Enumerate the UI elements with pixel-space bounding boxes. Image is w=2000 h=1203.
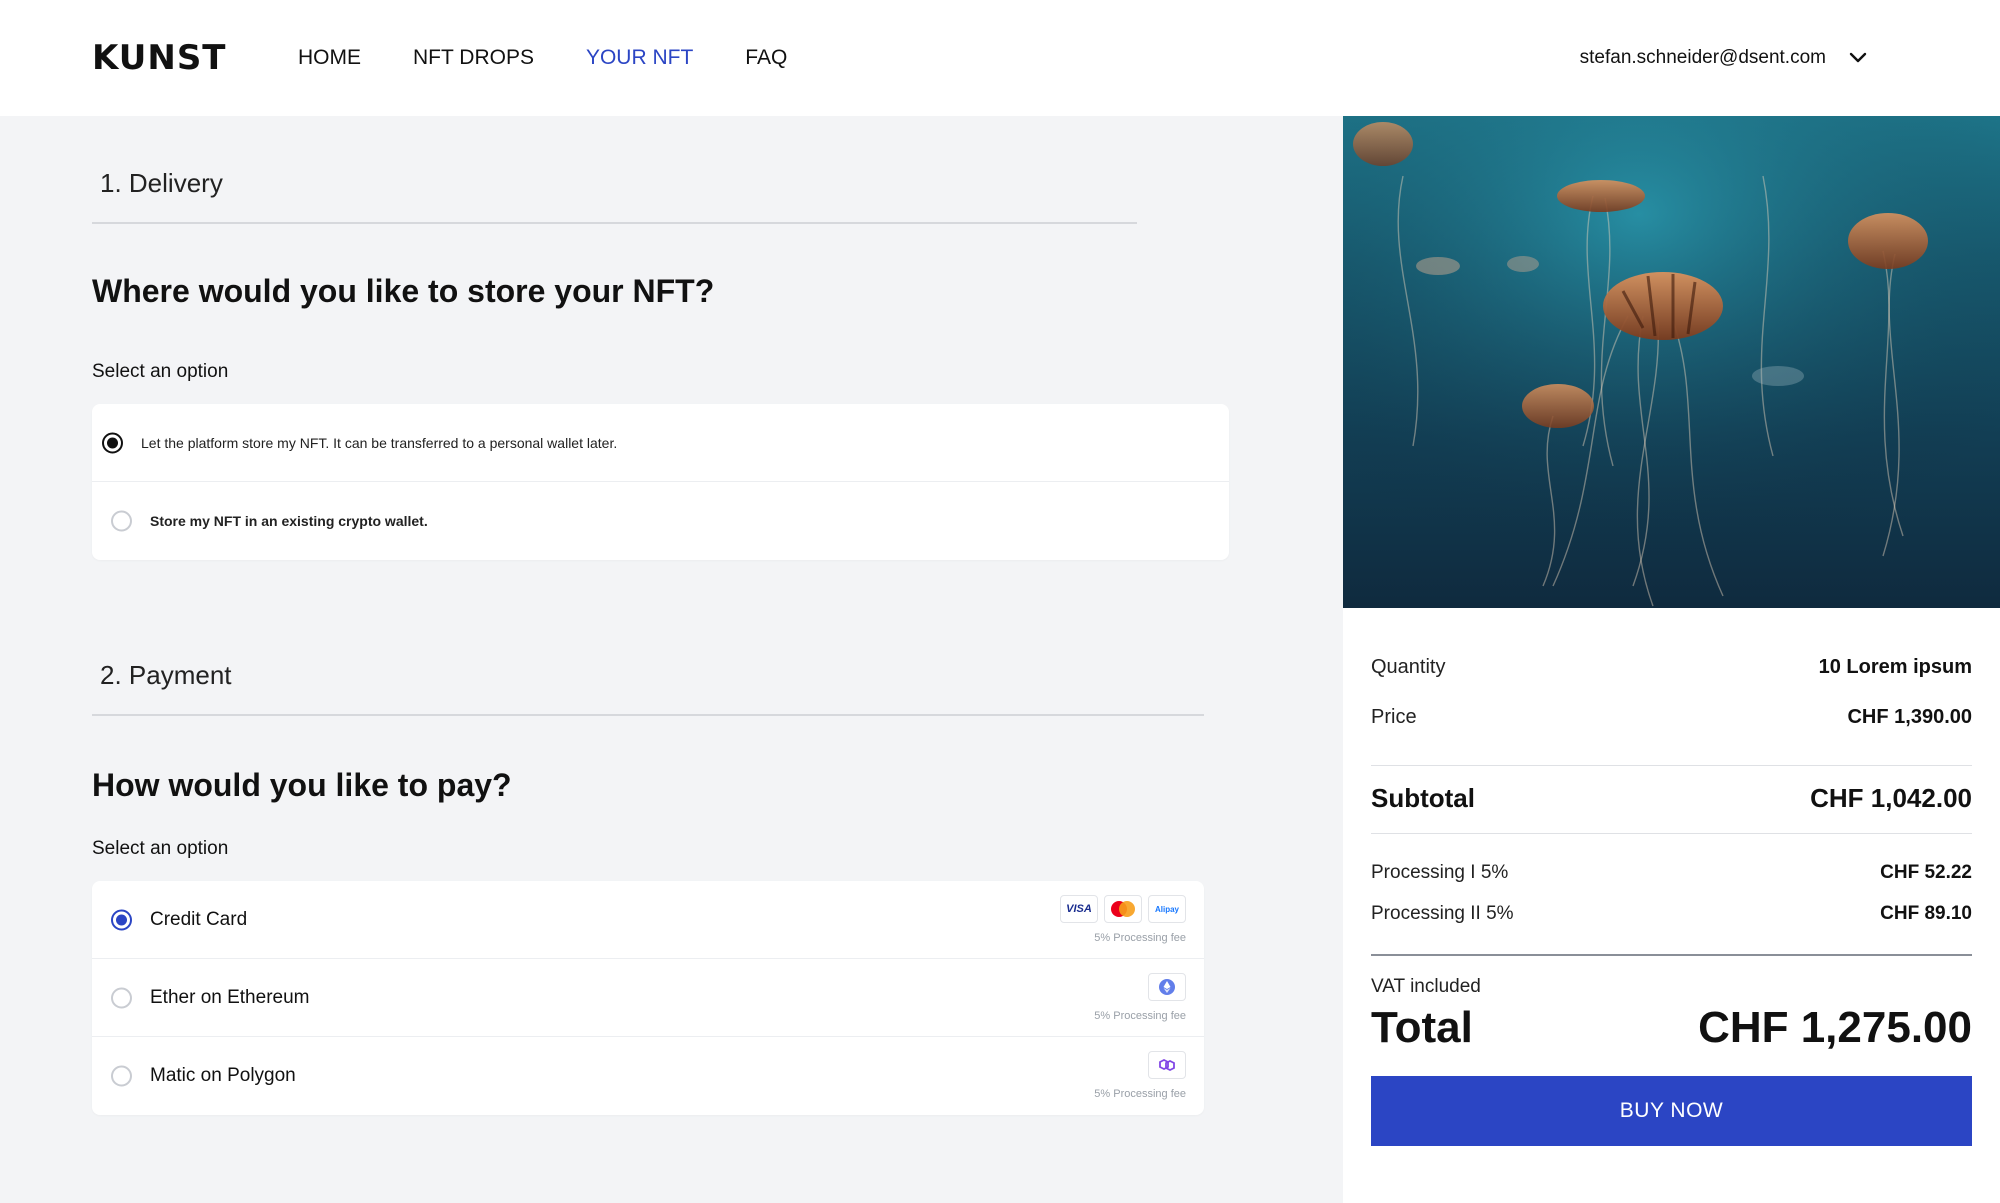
order-summary-panel: Quantity 10 Lorem ipsum Price CHF 1,390.… bbox=[1343, 116, 2000, 1203]
delivery-question: Where would you like to store your NFT? bbox=[92, 273, 715, 309]
nav-home[interactable]: HOME bbox=[298, 44, 361, 72]
payment-option-ethereum[interactable]: Ether on Ethereum 5% Processing fee bbox=[92, 959, 1204, 1037]
payment-methods: 5% Processing fee bbox=[1094, 1051, 1186, 1101]
polygon-icon bbox=[1148, 1051, 1186, 1079]
summary-processing2-row: Processing II 5% CHF 89.10 bbox=[1371, 903, 1972, 925]
summary-processing1-row: Processing I 5% CHF 52.22 bbox=[1371, 862, 1972, 884]
delivery-option-label: Let the platform store my NFT. It can be… bbox=[141, 434, 618, 451]
summary-divider bbox=[1371, 765, 1972, 766]
processing1-value: CHF 52.22 bbox=[1880, 862, 1972, 883]
summary-quantity-row: Quantity 10 Lorem ipsum bbox=[1371, 656, 1972, 679]
radio-credit-card[interactable] bbox=[111, 909, 132, 930]
payment-methods: 5% Processing fee bbox=[1094, 973, 1186, 1023]
subtotal-label: Subtotal bbox=[1371, 783, 1475, 813]
payment-option-credit-card[interactable]: Credit Card VISA Alipay 5% Processing fe… bbox=[92, 881, 1204, 959]
delivery-option-wallet[interactable]: Store my NFT in an existing crypto walle… bbox=[92, 482, 1229, 560]
vat-note: VAT included bbox=[1371, 976, 1481, 997]
delivery-option-platform[interactable]: Let the platform store my NFT. It can be… bbox=[92, 404, 1229, 482]
payment-question: How would you like to pay? bbox=[92, 767, 512, 803]
processing2-value: CHF 89.10 bbox=[1880, 903, 1972, 924]
payment-divider bbox=[92, 714, 1204, 716]
main-nav: HOME NFT DROPS YOUR NFT FAQ bbox=[298, 44, 787, 72]
summary-total-divider bbox=[1371, 954, 1972, 956]
payment-options: Credit Card VISA Alipay 5% Processing fe… bbox=[92, 881, 1204, 1115]
summary-subtotal-row: Subtotal CHF 1,042.00 bbox=[1371, 783, 1972, 814]
total-value: CHF 1,275.00 bbox=[1698, 1003, 1972, 1052]
ethereum-icon bbox=[1148, 973, 1186, 1001]
nav-your-nft[interactable]: YOUR NFT bbox=[586, 44, 693, 72]
radio-ethereum[interactable] bbox=[111, 987, 132, 1008]
payment-option-label: Matic on Polygon bbox=[150, 1065, 296, 1086]
summary-divider bbox=[1371, 833, 1972, 834]
user-menu[interactable]: stefan.schneider@dsent.com bbox=[1580, 44, 1868, 72]
payment-option-label: Ether on Ethereum bbox=[150, 986, 310, 1008]
nft-artwork-image bbox=[1343, 116, 2000, 608]
delivery-options: Let the platform store my NFT. It can be… bbox=[92, 404, 1229, 560]
payment-methods: VISA Alipay 5% Processing fee bbox=[1060, 895, 1186, 945]
summary-price-row: Price CHF 1,390.00 bbox=[1371, 706, 1972, 729]
delivery-divider bbox=[92, 222, 1137, 224]
payment-section-title: 2. Payment bbox=[100, 660, 232, 690]
nav-nft-drops[interactable]: NFT DROPS bbox=[413, 44, 534, 72]
processing-fee-note: 5% Processing fee bbox=[1094, 1010, 1186, 1022]
processing2-label: Processing II 5% bbox=[1371, 903, 1514, 924]
kunst-logo[interactable]: KUNST bbox=[92, 41, 227, 75]
subtotal-value: CHF 1,042.00 bbox=[1810, 783, 1972, 813]
payment-option-polygon[interactable]: Matic on Polygon 5% Processing fee bbox=[92, 1037, 1204, 1115]
radio-polygon[interactable] bbox=[111, 1065, 132, 1087]
user-email: stefan.schneider@dsent.com bbox=[1579, 47, 1826, 68]
radio-platform[interactable] bbox=[102, 432, 123, 453]
chevron-down-icon[interactable] bbox=[1848, 51, 1868, 65]
processing1-label: Processing I 5% bbox=[1371, 862, 1509, 883]
quantity-label: Quantity bbox=[1371, 656, 1446, 678]
payment-select-label: Select an option bbox=[92, 838, 229, 859]
radio-wallet[interactable] bbox=[111, 510, 132, 532]
nav-faq[interactable]: FAQ bbox=[745, 44, 787, 72]
visa-icon: VISA bbox=[1060, 895, 1098, 923]
price-label: Price bbox=[1371, 706, 1417, 728]
payment-option-label: Credit Card bbox=[150, 908, 248, 930]
processing-fee-note: 5% Processing fee bbox=[1094, 1088, 1186, 1100]
buy-now-button[interactable]: BUY NOW bbox=[1371, 1076, 1972, 1146]
price-value: CHF 1,390.00 bbox=[1847, 706, 1972, 728]
mastercard-icon bbox=[1104, 895, 1142, 923]
total-label: Total bbox=[1371, 1003, 1473, 1052]
top-header: KUNST HOME NFT DROPS YOUR NFT FAQ stefan… bbox=[0, 0, 2000, 116]
processing-fee-note: 5% Processing fee bbox=[1094, 932, 1186, 944]
quantity-value: 10 Lorem ipsum bbox=[1818, 656, 1972, 678]
delivery-section-title: 1. Delivery bbox=[100, 168, 223, 198]
alipay-icon: Alipay bbox=[1148, 895, 1186, 923]
delivery-select-label: Select an option bbox=[92, 361, 229, 382]
delivery-option-label: Store my NFT in an existing crypto walle… bbox=[150, 513, 428, 529]
